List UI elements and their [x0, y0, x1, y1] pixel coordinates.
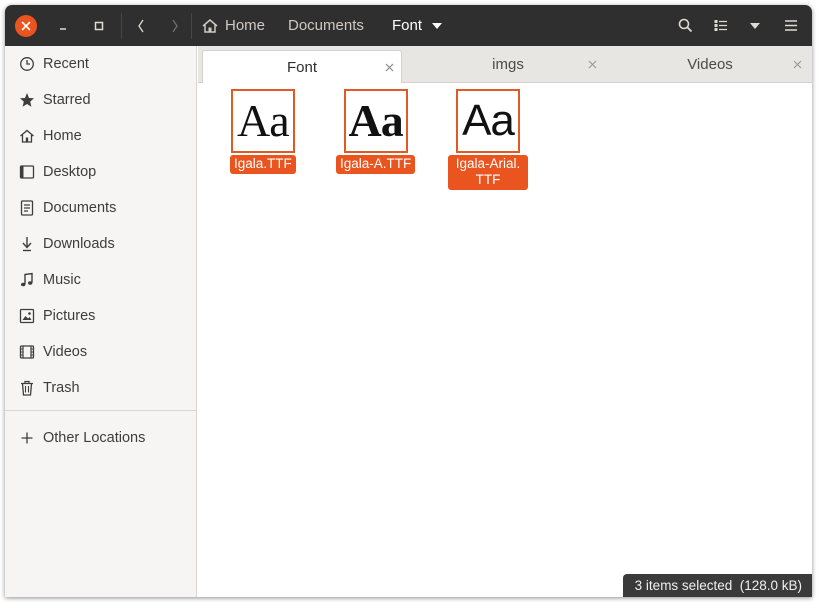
- star-icon: [18, 92, 35, 109]
- sidebar: Recent Starred Home Desktop Documents Do…: [5, 46, 197, 597]
- video-icon: [18, 344, 35, 361]
- file-name-line: Igala-Arial.: [455, 156, 521, 171]
- tab-videos[interactable]: Videos: [610, 46, 810, 83]
- picture-icon: [18, 308, 35, 325]
- search-icon: [678, 18, 692, 33]
- music-icon: [18, 272, 35, 289]
- sidebar-item-documents[interactable]: Documents: [5, 190, 197, 226]
- tab-font-close-button[interactable]: [381, 49, 397, 86]
- font-preview-text: Aa: [237, 95, 290, 146]
- file-item[interactable]: Aa Igala-A.TTF: [336, 89, 416, 174]
- tab-label: Font: [286, 59, 317, 76]
- chevron-right-icon: [172, 19, 178, 32]
- sidebar-item-videos[interactable]: Videos: [5, 334, 197, 370]
- file-item[interactable]: Aa Igala.TTF: [230, 89, 296, 174]
- sidebar-item-recent[interactable]: Recent: [5, 46, 197, 82]
- close-icon: [793, 60, 801, 69]
- breadcrumb-home-label: Home: [225, 17, 266, 34]
- breadcrumb-documents[interactable]: Documents: [288, 5, 380, 46]
- view-mode-button[interactable]: [709, 5, 733, 46]
- sidebar-item-label: Music: [43, 272, 81, 288]
- sidebar-item-downloads[interactable]: Downloads: [5, 226, 197, 262]
- file-name: Igala.TTF: [230, 155, 296, 174]
- tab-imgs[interactable]: imgs: [406, 46, 610, 83]
- sidebar-item-home[interactable]: Home: [5, 118, 197, 154]
- sidebar-item-label: Starred: [43, 92, 91, 108]
- file-grid: Aa Igala.TTF Aa Igala-A.TTF Aa Igala-Ari…: [198, 83, 812, 597]
- file-name-line: Igala.TTF: [234, 156, 292, 171]
- hamburger-menu-icon: [785, 20, 797, 31]
- font-preview-text: Aa: [462, 96, 515, 145]
- header-bar: Home Documents Font: [5, 5, 812, 46]
- status-text: 3 items selected (128.0 kB): [634, 578, 802, 593]
- close-icon: [385, 63, 393, 72]
- home-icon: [202, 18, 218, 33]
- menu-button[interactable]: [779, 5, 803, 46]
- minimize-button[interactable]: [51, 5, 75, 46]
- tab-bar: Font imgs Videos: [198, 46, 812, 86]
- tab-font[interactable]: Font: [202, 50, 402, 84]
- close-icon: [15, 14, 37, 37]
- search-button[interactable]: [673, 5, 697, 46]
- back-button[interactable]: [129, 5, 153, 46]
- sidebar-item-label: Pictures: [43, 308, 96, 324]
- chevron-left-icon: [138, 19, 144, 32]
- caret-down-icon: [750, 22, 760, 29]
- sidebar-item-label: Recent: [43, 56, 89, 72]
- desktop-icon: [18, 164, 35, 181]
- minimize-icon: [60, 27, 66, 30]
- file-item[interactable]: Aa Igala-Arial. TTF: [448, 89, 528, 190]
- tab-imgs-close-button[interactable]: [584, 46, 600, 83]
- sidebar-item-pictures[interactable]: Pictures: [5, 298, 197, 334]
- view-options-button[interactable]: [743, 5, 767, 46]
- close-icon: [588, 60, 596, 69]
- sidebar-separator: [5, 410, 197, 411]
- file-name: Igala-Arial. TTF: [448, 155, 528, 190]
- breadcrumb-documents-label: Documents: [288, 17, 364, 34]
- sidebar-item-other-locations[interactable]: Other Locations: [5, 420, 197, 456]
- sidebar-item-label: Videos: [43, 344, 88, 360]
- breadcrumb-font[interactable]: Font: [392, 5, 462, 46]
- download-icon: [18, 236, 35, 253]
- maximize-icon: [94, 21, 104, 30]
- font-preview-thumbnail: Aa: [343, 89, 408, 153]
- sidebar-item-music[interactable]: Music: [5, 262, 197, 298]
- sidebar-item-label: Downloads: [43, 236, 115, 252]
- trash-icon: [18, 380, 35, 397]
- caret-down-icon: [432, 22, 443, 29]
- sidebar-item-desktop[interactable]: Desktop: [5, 154, 197, 190]
- sidebar-item-label: Desktop: [43, 164, 97, 180]
- document-icon: [18, 200, 35, 217]
- tab-videos-close-button[interactable]: [789, 46, 805, 83]
- breadcrumb-home[interactable]: Home: [201, 5, 273, 46]
- sidebar-item-label: Trash: [43, 380, 80, 396]
- header-separator: [191, 13, 192, 39]
- sidebar-item-starred[interactable]: Starred: [5, 82, 197, 118]
- file-name-line: TTF: [475, 172, 501, 187]
- selection-status-bar: 3 items selected (128.0 kB): [622, 574, 812, 597]
- font-preview-text: Aa: [348, 95, 404, 146]
- breadcrumb-font-label: Font: [392, 17, 423, 34]
- home-icon: [18, 128, 35, 145]
- file-name: Igala-A.TTF: [336, 155, 416, 174]
- header-separator: [121, 13, 122, 39]
- maximize-button[interactable]: [87, 5, 111, 46]
- forward-button[interactable]: [163, 5, 187, 46]
- sidebar-item-trash[interactable]: Trash: [5, 370, 197, 406]
- tab-label: Videos: [687, 56, 733, 73]
- font-preview-thumbnail: Aa: [230, 89, 295, 153]
- sidebar-item-label: Documents: [43, 200, 117, 216]
- sidebar-item-label: Home: [43, 128, 82, 144]
- plus-icon: [18, 430, 35, 447]
- font-preview-thumbnail: Aa: [456, 89, 520, 153]
- list-view-icon: [714, 20, 727, 31]
- clock-icon: [18, 56, 35, 73]
- file-manager-window: Home Documents Font Recent Starred Home …: [5, 5, 812, 597]
- tab-label: imgs: [492, 56, 524, 73]
- file-name-line: Igala-A.TTF: [340, 156, 412, 171]
- close-window-button[interactable]: [14, 5, 38, 46]
- sidebar-item-label: Other Locations: [43, 430, 146, 446]
